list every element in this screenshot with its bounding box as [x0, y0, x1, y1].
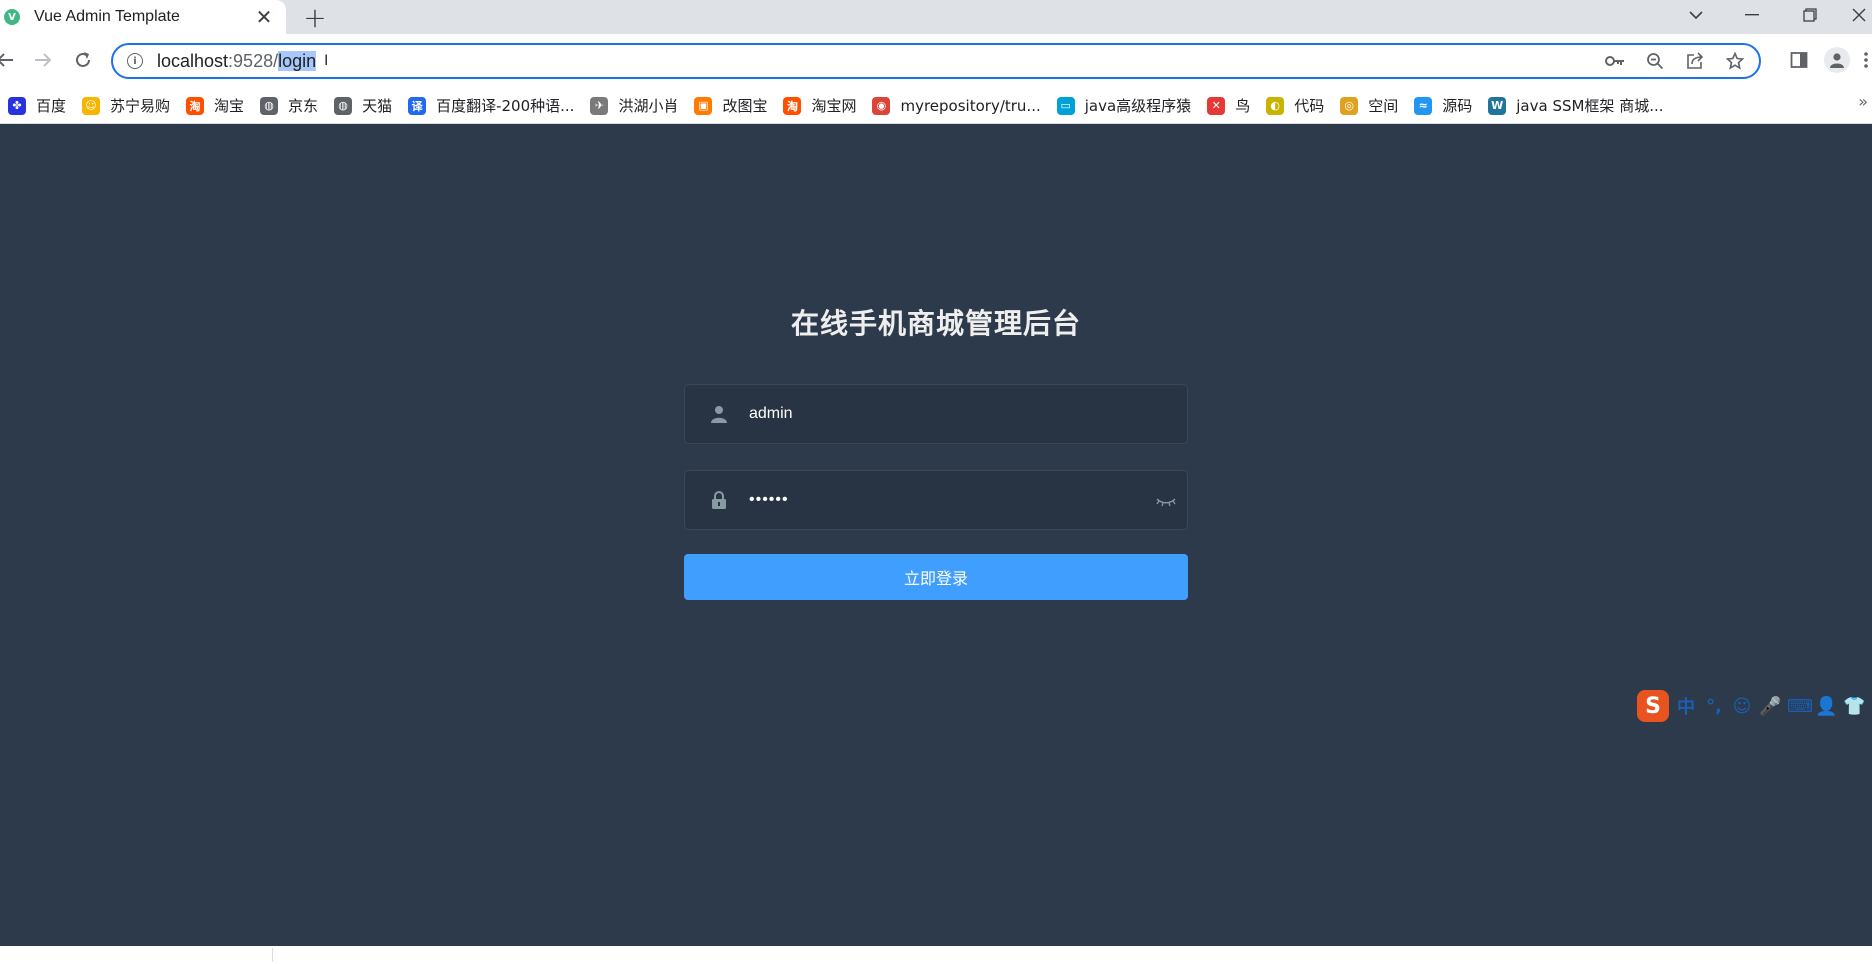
url-port: :9528/	[228, 50, 279, 71]
bookmark-label: 空间	[1368, 97, 1399, 115]
username-input[interactable]: admin	[749, 405, 793, 423]
bookmark-label: 改图宝	[722, 97, 768, 115]
lock-icon	[709, 490, 729, 510]
bookmarks-overflow-icon[interactable]: »	[1858, 92, 1868, 111]
translate-icon: 译	[408, 96, 427, 115]
bookmark-label: 苏宁易购	[110, 97, 171, 115]
bookmark-label: 洪湖小肖	[618, 97, 679, 115]
url-text[interactable]: localhost:9528/login	[157, 50, 317, 72]
globe-icon: ◍	[334, 96, 353, 115]
bookmark-label: 百度	[36, 97, 67, 115]
code-icon: ◐	[1266, 96, 1285, 115]
back-icon[interactable]	[0, 45, 20, 75]
side-panel-icon[interactable]	[1784, 45, 1814, 75]
bookmark-label: 鸟	[1235, 97, 1251, 115]
bookmark-item[interactable]: ≈ 源码	[1406, 92, 1480, 120]
ime-keyboard-icon[interactable]: ⌨	[1787, 696, 1813, 717]
bookmark-label: java高级程序猿	[1084, 97, 1192, 115]
qzone-icon: ◎	[1340, 96, 1359, 115]
ime-toolbar: S 中 °, ☺ 🎤 ⌨ 👤 👕	[1637, 690, 1872, 722]
bilibili-icon: ▭	[1056, 96, 1075, 115]
tab-strip: V Vue Admin Template ✕ +	[0, 0, 1872, 34]
bookmark-label: 天猫	[362, 97, 393, 115]
new-tab-icon[interactable]: +	[300, 1, 330, 34]
bookmark-item[interactable]: 淘淘宝网	[775, 92, 864, 120]
bookmark-item[interactable]: ▭ java高级程序猿	[1049, 92, 1199, 120]
url-path-selected: login	[278, 50, 317, 71]
bookmark-label: java SSM框架 商城...	[1516, 97, 1664, 115]
status-strip	[0, 946, 1872, 964]
taobao-icon: 淘	[783, 96, 802, 115]
tab-search-chevron-icon[interactable]	[1676, 0, 1716, 30]
password-field[interactable]: ••••••	[684, 470, 1188, 530]
fish-icon: ≈	[1414, 96, 1433, 115]
bookmark-item[interactable]: 译百度翻译-200种语...	[400, 92, 582, 120]
bookmark-item[interactable]: ▣ 改图宝	[686, 92, 775, 120]
login-page: 在线手机商城管理后台 admin •••••• 立即登录 S 中 °, ☺ 🎤 ⌨ 👤 👕	[0, 124, 1872, 946]
bookmark-label: 京东	[288, 97, 319, 115]
forward-icon[interactable]	[28, 45, 58, 75]
browser-tab[interactable]: V Vue Admin Template ✕	[0, 0, 286, 34]
eye-closed-icon[interactable]	[1155, 491, 1177, 511]
share-icon[interactable]	[1683, 49, 1707, 73]
browser-toolbar: i localhost:9528/login I	[0, 34, 1872, 88]
ime-voice-icon[interactable]: 🎤	[1759, 696, 1781, 717]
window-close-icon[interactable]	[1846, 0, 1872, 30]
bookmark-item[interactable]: ◉ myrepository/tru...	[864, 92, 1048, 120]
bookmark-label: 代码	[1294, 97, 1325, 115]
browser-menu-icon[interactable]	[1860, 45, 1872, 75]
wordpress-icon: W	[1488, 96, 1507, 115]
key-icon[interactable]	[1603, 49, 1627, 73]
tab-close-icon[interactable]: ✕	[252, 4, 276, 30]
site-info-icon[interactable]: i	[127, 53, 143, 69]
password-input[interactable]: ••••••	[749, 491, 789, 509]
reload-icon[interactable]	[68, 45, 98, 75]
address-bar[interactable]: i localhost:9528/login I	[111, 43, 1761, 79]
bookmark-label: 源码	[1442, 97, 1473, 115]
url-host: localhost	[157, 50, 229, 71]
bird-red-icon: ✕	[1207, 96, 1226, 115]
bookmark-item[interactable]: ✤ 百度	[0, 92, 74, 120]
bookmark-item[interactable]: ◍ 天猫	[326, 92, 400, 120]
bookmark-item[interactable]: ✈ 洪湖小肖	[582, 92, 686, 120]
sogou-logo-icon[interactable]: S	[1637, 690, 1669, 722]
bookmark-label: 淘宝网	[811, 97, 857, 115]
bookmark-item[interactable]: ◍ 京东	[252, 92, 326, 120]
bookmark-item[interactable]: ◎ 空间	[1332, 92, 1406, 120]
restore-icon[interactable]	[1790, 0, 1830, 30]
vue-favicon-icon: V	[4, 9, 20, 25]
username-field[interactable]: admin	[684, 384, 1188, 444]
ime-skin-icon[interactable]: 👕	[1843, 696, 1865, 717]
login-button[interactable]: 立即登录	[684, 554, 1188, 600]
chrome-icon: ◉	[872, 96, 891, 115]
minimize-icon[interactable]	[1732, 0, 1772, 30]
bookmark-label: 百度翻译-200种语...	[436, 97, 575, 115]
divider	[272, 948, 273, 962]
ime-user-icon[interactable]: 👤	[1815, 696, 1837, 717]
bookmark-label: myrepository/tru...	[900, 96, 1041, 115]
globe-icon: ◍	[260, 96, 279, 115]
lion-icon: ☺	[82, 96, 101, 115]
ime-emoji-icon[interactable]: ☺	[1731, 696, 1753, 717]
zoom-icon[interactable]	[1643, 49, 1667, 73]
login-title: 在线手机商城管理后台	[790, 307, 1081, 340]
tab-title: Vue Admin Template	[34, 8, 180, 25]
image-icon: ▣	[694, 96, 713, 115]
bird-icon: ✈	[590, 96, 609, 115]
bookmark-item[interactable]: ☺ 苏宁易购	[74, 92, 178, 120]
ime-punctuation-icon[interactable]: °,	[1703, 696, 1725, 717]
bookmark-item[interactable]: ◐ 代码	[1258, 92, 1332, 120]
bookmark-item[interactable]: 淘淘宝	[178, 92, 252, 120]
taobao-icon: 淘	[186, 96, 205, 115]
text-cursor-icon: I	[324, 53, 329, 69]
paw-icon: ✤	[8, 96, 26, 115]
bookmark-item[interactable]: ✕ 鸟	[1199, 92, 1258, 120]
user-icon	[709, 404, 729, 424]
bookmark-label: 淘宝	[214, 97, 245, 115]
ime-chinese-mode-icon[interactable]: 中	[1675, 693, 1697, 719]
bookmark-star-icon[interactable]	[1723, 49, 1747, 73]
profile-avatar-icon[interactable]	[1824, 47, 1850, 73]
bookmark-item[interactable]: Wjava SSM框架 商城...	[1480, 92, 1671, 120]
bookmarks-bar: ✤ 百度 ☺ 苏宁易购淘淘宝 ◍ 京东 ◍ 天猫译百度翻译-200种语... ✈ 洪湖小肖 ▣ 改图宝…	[0, 88, 1872, 124]
